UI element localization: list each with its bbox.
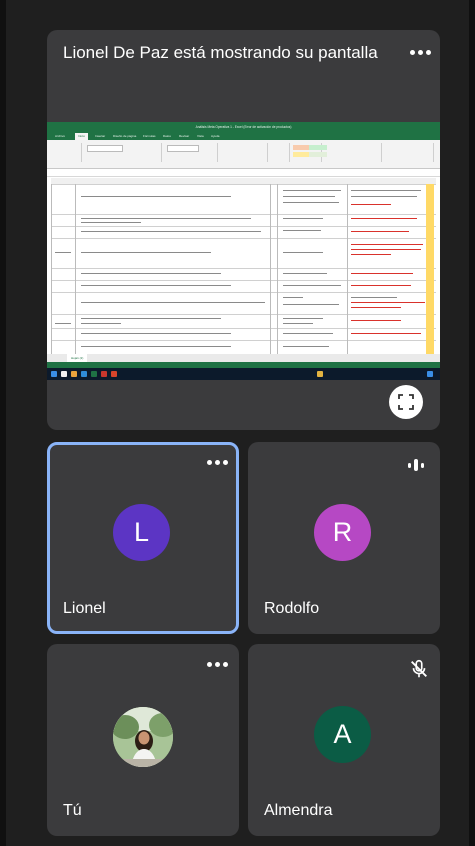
shared-screen: Análisis Meta Operativa 1 - Excel (Error… (47, 122, 440, 380)
participant-name: Rodolfo (264, 600, 320, 617)
participant-name: Lionel (63, 600, 106, 617)
participant-tile-lionel[interactable]: L Lionel (47, 442, 239, 634)
excel-ribbon-tabs: Archivo Inicio Insertar Diseño de página… (47, 133, 440, 140)
participant-name: Almendra (264, 802, 333, 819)
avatar: R (314, 504, 371, 561)
ribbon-tab: Archivo (55, 134, 66, 138)
ribbon-tab: Insertar (95, 134, 106, 138)
presentation-tile[interactable]: Lionel De Paz está mostrando su pantalla… (47, 30, 440, 430)
ribbon-tab: Fórmulas (143, 134, 156, 138)
fullscreen-button[interactable] (389, 385, 423, 419)
profile-photo (113, 707, 173, 767)
excel-ribbon (47, 140, 440, 169)
ribbon-tab: Ayuda (211, 134, 220, 138)
avatar: A (314, 706, 371, 763)
participant-name: Tú (63, 802, 82, 819)
more-horizontal-icon[interactable] (204, 456, 230, 468)
participant-tile-self[interactable]: Tú (47, 644, 239, 836)
spreadsheet-grid (47, 178, 440, 355)
right-edge (469, 0, 475, 846)
ribbon-tab: Revisar (179, 134, 190, 138)
ribbon-tab-active: Inicio (75, 133, 89, 140)
participant-tile-almendra[interactable]: A Almendra (248, 644, 440, 836)
sheet-tabs: Hoja1 (2) (47, 354, 440, 362)
left-edge (0, 0, 6, 846)
presentation-title: Lionel De Paz está mostrando su pantalla (63, 43, 378, 62)
ribbon-tab: Datos (163, 134, 171, 138)
more-horizontal-icon[interactable] (204, 658, 230, 670)
windows-taskbar (47, 368, 440, 380)
fullscreen-icon (398, 394, 414, 410)
ribbon-tab: Diseño de página (113, 134, 137, 138)
sheet-tab: Hoja1 (2) (67, 354, 88, 362)
speaking-indicator-icon (408, 458, 424, 472)
formula-bar (47, 169, 440, 177)
more-horizontal-icon[interactable] (407, 46, 433, 58)
excel-window-title: Análisis Meta Operativa 1 - Excel (Error… (47, 122, 440, 133)
avatar: L (113, 504, 170, 561)
mic-off-icon (411, 659, 427, 678)
participant-tile-rodolfo[interactable]: R Rodolfo (248, 442, 440, 634)
ribbon-tab: Vista (197, 134, 204, 138)
